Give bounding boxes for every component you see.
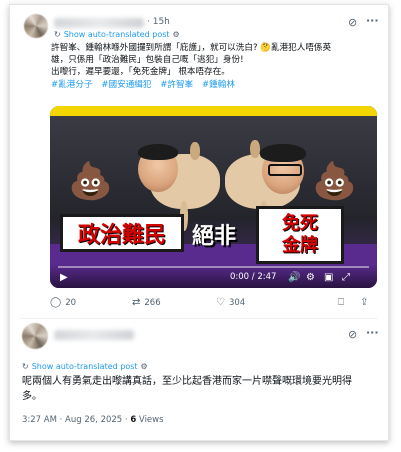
author-avatar[interactable] — [24, 14, 48, 38]
post-actions: ◯ 20 ⇄ 266 ♡ 304 ⎕ ⇪ — [50, 297, 377, 311]
reply-author-avatar[interactable] — [22, 323, 48, 349]
reply-timestamp[interactable]: 3:27 AM · Aug 26, 2025 · 6 Views — [22, 415, 164, 425]
post-text-line-2: 雄，只係用「政治難民」包裝自己嘅「逃犯」身份! — [51, 55, 244, 65]
settings-icon[interactable]: ⚙ — [306, 273, 315, 283]
show-translated-button[interactable]: ↻ Show auto-translated post ⚙ — [22, 362, 148, 371]
hashtag-link[interactable]: #國安通緝犯 — [101, 80, 151, 90]
bookmark-button[interactable]: ⎕ — [338, 297, 344, 308]
hashtag-list: #亂港分子 #國安通緝犯 #許智峯 #鍾翰林 — [51, 78, 241, 90]
hashtag-link[interactable]: #鍾翰林 — [202, 80, 235, 90]
video-player[interactable]: 💩 💩 政治難民 絕非 免死 金牌 ▶ 0:00 / 2:47 🔊 ⚙ ▣ ⤢ — [50, 106, 377, 288]
caption-right-bottom: 金牌 — [282, 235, 318, 256]
like-button[interactable]: ♡ 304 — [216, 297, 245, 308]
author-name-blurred[interactable] — [54, 18, 144, 28]
post-text-line-1: 許智峯、鍾翰林喺外國攞到所謂「庇護」，就可以洗白? 🤔亂港犯人唔係英 — [51, 43, 332, 53]
views-label: Views — [136, 415, 164, 425]
bookmark-icon: ⎕ — [338, 297, 344, 308]
reply-icon: ◯ — [50, 297, 62, 308]
volume-icon[interactable]: 🔊 — [288, 273, 300, 283]
caption-mid: 絕非 — [192, 223, 237, 249]
hashtag-link[interactable]: #亂港分子 — [51, 80, 93, 90]
like-count: 304 — [228, 297, 246, 308]
share-button[interactable]: ⇪ — [360, 297, 368, 308]
caption-left: 政治難民 — [60, 214, 184, 252]
post-time-text: 15h — [152, 17, 170, 27]
timestamp-text: 3:27 AM · Aug 26, 2025 · — [22, 415, 131, 425]
repost-icon: ⇄ — [132, 297, 141, 308]
grok-icon[interactable]: ⊘ — [348, 329, 357, 340]
translated-label: Show auto-translated post — [63, 30, 170, 39]
share-icon: ⇪ — [360, 297, 369, 308]
reply-author-name-blurred[interactable] — [54, 330, 134, 340]
video-time: 0:00 / 2:47 — [230, 272, 277, 282]
repost-button[interactable]: ⇄ 266 — [132, 297, 161, 308]
repost-count: 266 — [144, 297, 161, 308]
divider — [20, 318, 378, 319]
caption-left-text: 政治難民 — [77, 222, 166, 248]
translated-label: Show auto-translated post — [31, 362, 138, 371]
reply-count: 20 — [65, 297, 77, 308]
post-time[interactable]: · 15h — [147, 17, 170, 27]
hashtag-link[interactable]: #許智峯 — [160, 80, 193, 90]
translate-icon: ↻ — [22, 362, 29, 371]
caption-right: 免死 金牌 — [256, 206, 344, 264]
video-progress-bar[interactable] — [58, 266, 369, 268]
play-icon[interactable]: ▶ — [60, 273, 68, 283]
video-top-banner — [50, 106, 377, 116]
more-icon[interactable]: ··· — [366, 327, 379, 338]
dog-ear — [250, 140, 260, 158]
settings-icon: ⚙ — [140, 362, 148, 371]
hair-right — [260, 144, 306, 162]
show-translated-button[interactable]: ↻ Show auto-translated post ⚙ — [54, 30, 180, 39]
reply-text: 呢兩個人有勇氣走出嚟講真話，至少比起香港而家一片噤聲嘅環境要光明得多。 — [22, 376, 352, 402]
dog-ear — [190, 142, 200, 160]
post-thread-card: · 15h ⊘ ··· ↻ Show auto-translated post … — [9, 4, 389, 441]
glasses — [268, 164, 302, 176]
post-text-line-3: 出嚟行，遲早要還，「免死金牌」 根本唔存在。 — [51, 67, 230, 77]
reply-button[interactable]: ◯ 20 — [50, 297, 76, 308]
like-icon: ♡ — [216, 297, 225, 308]
hair-left — [138, 144, 178, 160]
pip-icon[interactable]: ▣ — [324, 273, 333, 283]
fullscreen-icon[interactable]: ⤢ — [342, 273, 350, 283]
translate-icon: ↻ — [54, 30, 61, 39]
grok-icon[interactable]: ⊘ — [348, 17, 357, 28]
caption-right-top: 免死 — [282, 213, 318, 234]
poop-icon-right: 💩 — [312, 161, 357, 202]
more-icon[interactable]: ··· — [366, 15, 379, 26]
settings-icon: ⚙ — [172, 30, 180, 39]
poop-icon-left: 💩 — [68, 161, 113, 202]
